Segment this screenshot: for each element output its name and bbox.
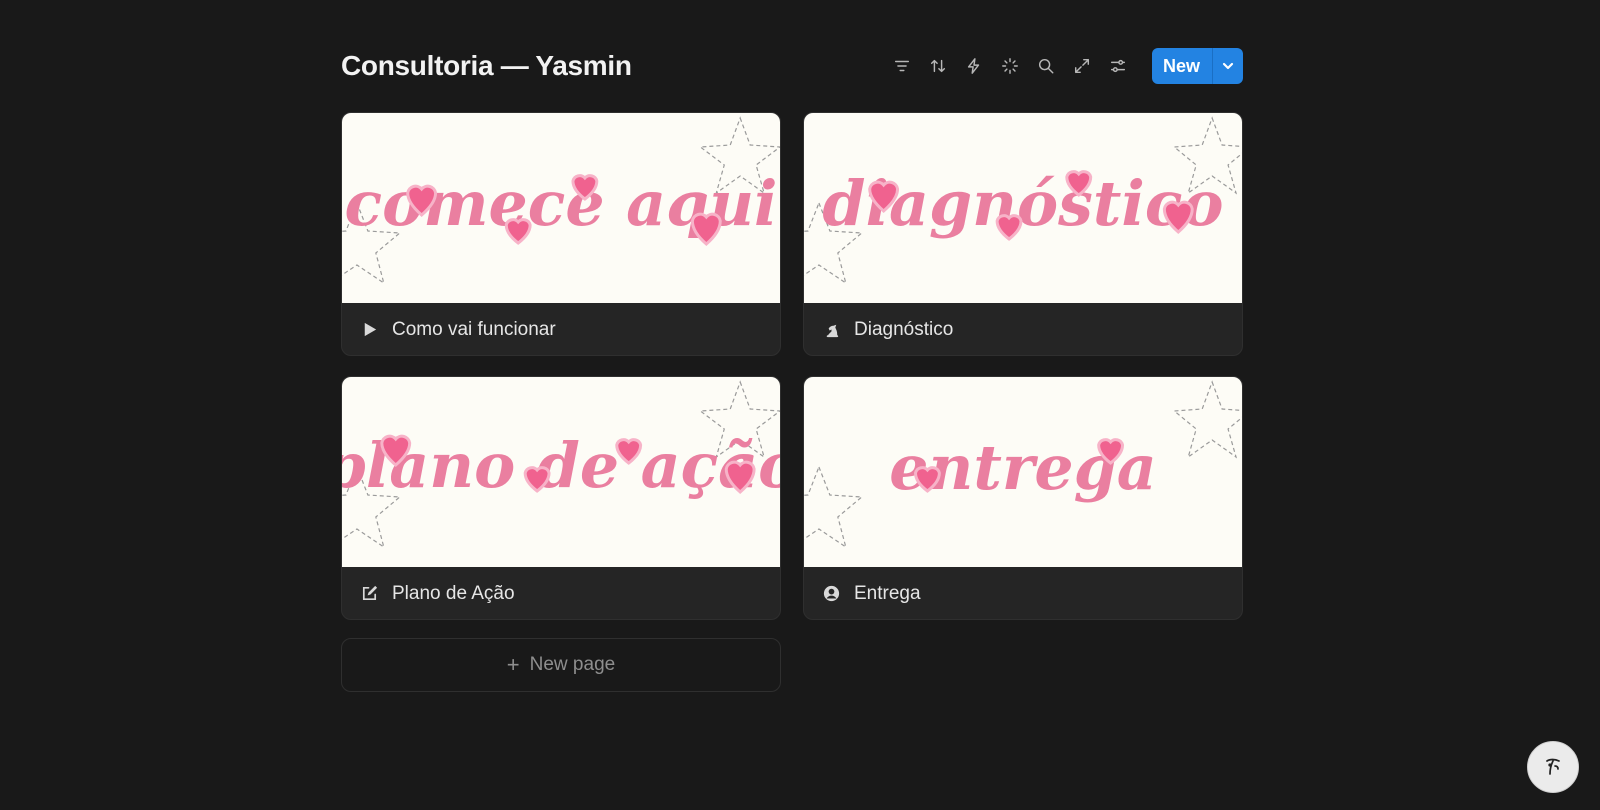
expand-button[interactable] [1064,50,1100,82]
chess-knight-icon [820,319,842,341]
new-page-label: New page [529,654,616,675]
search-icon [1038,58,1054,74]
filter-icon [894,60,910,72]
play-icon [358,319,380,341]
gallery-card[interactable]: entrega Entrega [803,376,1243,620]
view-toolbar: New [884,48,1243,84]
expand-icon [1074,58,1090,74]
card-footer: Diagnóstico [804,303,1242,355]
settings-sliders-icon [1110,59,1126,73]
ai-sparkle-icon [1002,58,1018,74]
sort-icon [930,59,946,73]
card-title: Plano de Ação [392,582,515,604]
gallery-card[interactable]: comece aqui Como vai funcionar [341,112,781,356]
search-button[interactable] [1028,50,1064,82]
card-footer: Entrega [804,567,1242,619]
page-header: Consultoria — Yasmin New [341,44,1243,88]
new-button-group: New [1151,48,1243,84]
new-page-button[interactable]: + New page [341,638,781,692]
user-circle-icon [820,583,842,605]
gallery-card[interactable]: plano de ação Plano de Ação [341,376,781,620]
cover-art: plano de ação [342,380,780,549]
new-button[interactable]: New [1152,48,1212,84]
card-title: Diagnóstico [854,318,954,340]
card-cover: diagnóstico [804,113,1242,303]
card-cover: comece aqui [342,113,780,303]
card-cover: entrega [804,377,1242,567]
help-face-icon [1546,758,1560,775]
card-footer: Plano de Ação [342,567,780,619]
card-cover: plano de ação [342,377,780,567]
automation-button[interactable] [956,50,992,82]
new-dropdown-button[interactable] [1212,48,1243,84]
gallery-card[interactable]: diagnóstico Diagnóstico [803,112,1243,356]
ai-button[interactable] [992,50,1028,82]
help-button[interactable] [1527,741,1579,793]
automation-icon [967,58,980,74]
chevron-down-icon [1222,62,1234,70]
page-title: Consultoria — Yasmin [341,50,632,81]
view-settings-button[interactable] [1100,50,1136,82]
edit-icon [358,583,380,605]
cover-art: diagnóstico [804,116,1242,285]
card-title: Como vai funcionar [392,318,556,340]
plus-icon: + [506,652,520,677]
filter-button[interactable] [884,50,920,82]
card-title: Entrega [854,582,921,604]
cover-art: entrega [804,380,1242,549]
sort-button[interactable] [920,50,956,82]
cover-art: comece aqui [342,116,780,285]
card-footer: Como vai funcionar [342,303,780,355]
